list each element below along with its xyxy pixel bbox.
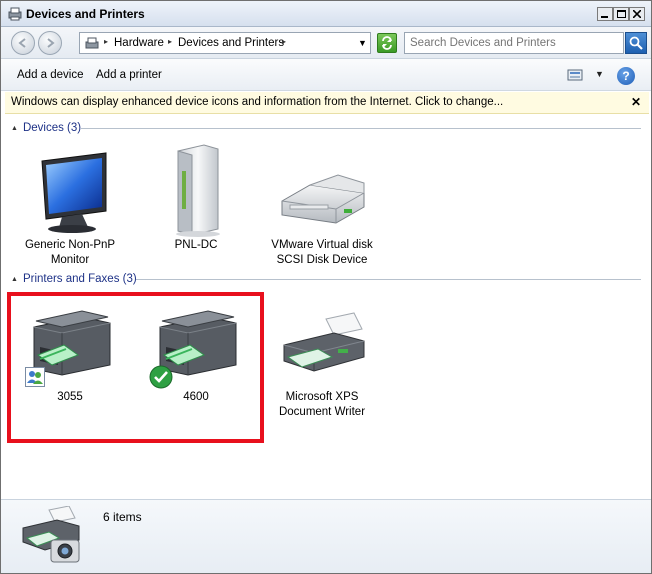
add-printer-button[interactable]: Add a printer (96, 69, 162, 81)
collapse-caret-icon[interactable]: ▲ (11, 125, 18, 132)
monitor-icon (41, 152, 107, 233)
breadcrumb-hardware[interactable]: Hardware (114, 37, 164, 49)
device-label-line2: Monitor (50, 254, 90, 266)
printer-icon (283, 312, 365, 372)
collapse-caret-icon[interactable]: ▲ (11, 276, 18, 283)
search-icon (629, 36, 643, 50)
device-label: Generic Non-PnP (24, 239, 116, 251)
navigation-bar: ▸ Hardware ▸ Devices and Printers ▸ ▼ (1, 27, 651, 59)
devices-and-printers-window: Devices and Printers ▸ Hardware ▸ Device… (0, 0, 652, 574)
refresh-icon (382, 36, 392, 50)
breadcrumb-devices-and-printers[interactable]: Devices and Printers (178, 37, 284, 49)
window-title: Devices and Printers (26, 7, 145, 21)
info-bar[interactable]: Windows can display enhanced device icon… (5, 92, 649, 114)
group-header-printers[interactable]: ▲ Printers and Faxes (3) (11, 272, 137, 286)
close-button[interactable] (629, 7, 645, 21)
hard-disk-icon (281, 174, 365, 224)
devices-printers-icon (8, 7, 22, 21)
search-button[interactable] (625, 32, 647, 54)
printer-camera-icon (22, 506, 80, 563)
device-label-line2: SCSI Disk Device (276, 254, 368, 266)
minimize-icon (601, 16, 608, 18)
maximize-button[interactable] (613, 7, 629, 21)
details-pane: 6 items (1, 499, 651, 573)
group-divider (81, 128, 641, 129)
title-bar[interactable]: Devices and Printers (1, 1, 651, 27)
search-box[interactable] (404, 32, 624, 54)
computer-tower-icon (176, 144, 220, 237)
group-divider (136, 279, 641, 280)
forward-arrow-icon (47, 38, 55, 48)
minimize-button[interactable] (597, 7, 613, 21)
group-header-devices[interactable]: ▲ Devices (3) (11, 121, 81, 135)
breadcrumb-separator-icon[interactable]: ▸ (282, 37, 286, 46)
group-label-printers: Printers and Faxes (3) (22, 273, 137, 285)
help-icon: ? (622, 69, 630, 83)
device-vmware-disk[interactable]: VMware Virtual disk SCSI Disk Device (267, 141, 377, 267)
info-bar-message[interactable]: Windows can display enhanced device icon… (11, 96, 503, 108)
device-label-line2: Document Writer (278, 406, 366, 418)
address-box[interactable]: ▸ Hardware ▸ Devices and Printers ▸ ▼ (79, 32, 371, 54)
change-view-icon[interactable] (567, 68, 583, 82)
info-bar-close-icon[interactable]: ✕ (631, 95, 641, 109)
group-label-devices: Devices (3) (22, 122, 82, 134)
breadcrumb-separator-icon[interactable]: ▸ (168, 37, 172, 46)
back-button[interactable] (11, 31, 35, 55)
view-options-dropdown-icon[interactable]: ▼ (595, 69, 604, 79)
add-device-button[interactable]: Add a device (17, 69, 84, 81)
item-count: 6 items (103, 510, 142, 524)
help-button[interactable]: ? (617, 67, 635, 85)
address-dropdown-icon[interactable]: ▼ (358, 38, 367, 48)
device-generic-monitor[interactable]: Generic Non-PnP Monitor (15, 141, 125, 267)
search-input[interactable] (405, 33, 623, 53)
close-icon (633, 10, 641, 18)
command-bar: Add a device Add a printer ▼ ? (1, 59, 651, 91)
devices-printers-icon (85, 37, 99, 49)
back-arrow-icon (18, 38, 26, 48)
maximize-icon (616, 10, 626, 18)
device-pnl-dc[interactable]: PNL-DC (141, 141, 251, 252)
forward-button[interactable] (38, 31, 62, 55)
refresh-button[interactable] (377, 33, 397, 53)
device-label: Microsoft XPS (285, 391, 359, 403)
device-label: VMware Virtual disk (271, 239, 373, 251)
device-label: PNL-DC (174, 239, 218, 251)
selection-highlight-box (7, 292, 264, 443)
printer-xps-writer[interactable]: Microsoft XPS Document Writer (267, 299, 377, 419)
breadcrumb-separator-icon[interactable]: ▸ (104, 37, 108, 46)
